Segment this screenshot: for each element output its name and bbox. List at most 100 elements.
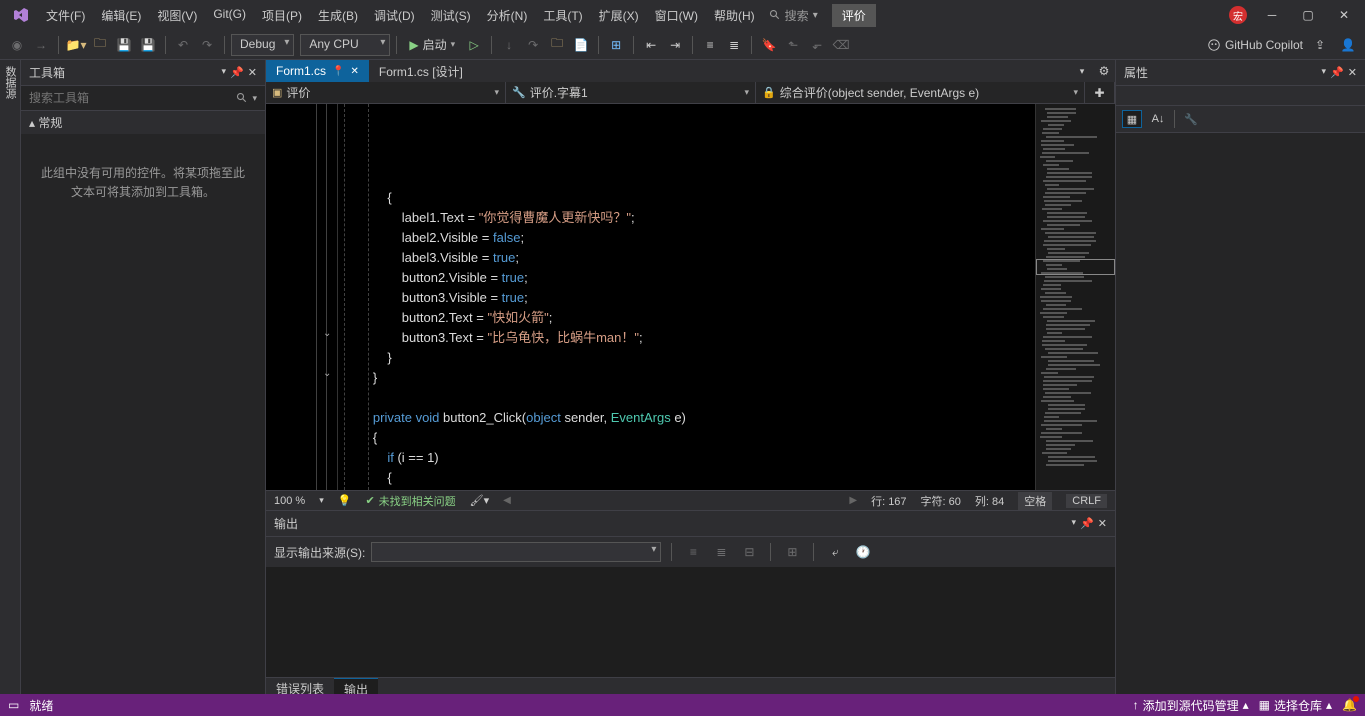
- user-badge[interactable]: 宏: [1229, 6, 1247, 24]
- start-debug-button[interactable]: ▶ 启动 ▾: [403, 34, 461, 55]
- datasource-tab[interactable]: 数据源: [0, 60, 21, 699]
- uncomment-icon[interactable]: ≣: [723, 34, 745, 56]
- add-to-source-control[interactable]: ↑ 添加到源代码管理 ▴: [1133, 697, 1249, 714]
- close-icon[interactable]: ✕: [248, 66, 257, 79]
- menu-文件F[interactable]: 文件(F): [38, 3, 93, 28]
- evaluate-button[interactable]: 评价: [832, 4, 876, 27]
- code-editor[interactable]: ⌄ ⌄ { label1.Text = "你觉得曹魔人更新快吗？"; label2…: [266, 104, 1115, 490]
- save-button[interactable]: 💾: [113, 34, 135, 56]
- properties-icon[interactable]: 🔧: [1181, 110, 1201, 128]
- nav-method[interactable]: 🔒 综合评价(object sender, EventArgs e) ▾: [756, 82, 1085, 103]
- code-body[interactable]: { label1.Text = "你觉得曹魔人更新快吗？"; label2.Vi…: [338, 104, 1035, 490]
- doc-tab[interactable]: Form1.cs [设计]: [369, 60, 473, 82]
- wrap-icon[interactable]: ⤶: [824, 541, 846, 563]
- minimap-viewport[interactable]: [1036, 259, 1115, 275]
- timestamp-icon[interactable]: 🕐: [852, 541, 874, 563]
- lightbulb-icon[interactable]: 💡: [338, 494, 352, 507]
- file-button[interactable]: 📄: [570, 34, 592, 56]
- menu-帮助H[interactable]: 帮助(H): [706, 3, 763, 28]
- github-copilot-button[interactable]: GitHub Copilot: [1207, 38, 1303, 52]
- close-icon[interactable]: ✕: [1348, 66, 1357, 79]
- menu-工具T[interactable]: 工具(T): [535, 3, 590, 28]
- comment-out-icon[interactable]: ≡: [699, 34, 721, 56]
- line-ending[interactable]: CRLF: [1066, 494, 1107, 508]
- indent3-icon[interactable]: ⊟: [738, 541, 760, 563]
- start-without-debug-button[interactable]: ▷: [463, 34, 485, 56]
- pin-icon[interactable]: 📌: [1330, 66, 1344, 79]
- close-tab-icon[interactable]: ✕: [350, 66, 358, 77]
- indent-left-icon[interactable]: ⇤: [640, 34, 662, 56]
- nav-project[interactable]: ▣ 评价 ▾: [266, 82, 506, 103]
- no-issues-status[interactable]: ✔未找到相关问题: [365, 493, 455, 509]
- bookmark-icon[interactable]: 🔖: [758, 34, 780, 56]
- search-icon[interactable]: [236, 92, 252, 104]
- menu-GitG[interactable]: Git(G): [205, 3, 254, 28]
- doc-tab[interactable]: Form1.cs📍✕: [266, 60, 369, 82]
- notifications-icon[interactable]: 🔔: [1342, 698, 1357, 712]
- menu-测试S[interactable]: 测试(S): [423, 3, 479, 28]
- open-button[interactable]: 🗀: [89, 34, 111, 56]
- pin-icon[interactable]: 📍: [332, 66, 344, 77]
- chevron-down-icon[interactable]: ▾: [222, 66, 227, 79]
- categorized-button[interactable]: ▦: [1122, 110, 1142, 128]
- step-into-icon[interactable]: ↓: [498, 34, 520, 56]
- settings-gear-icon[interactable]: ⚙: [1093, 60, 1115, 82]
- bookmark-prev-icon[interactable]: ⬑: [782, 34, 804, 56]
- close-icon[interactable]: ✕: [1098, 517, 1107, 530]
- share-button[interactable]: ⇪: [1309, 34, 1331, 56]
- line-indicator[interactable]: 行: 167: [871, 493, 906, 509]
- brush-icon[interactable]: 🖌▾: [470, 494, 490, 507]
- menu-窗口W[interactable]: 窗口(W): [647, 3, 706, 28]
- bookmark-next-icon[interactable]: ⬐: [806, 34, 828, 56]
- save-all-button[interactable]: 💾: [137, 34, 159, 56]
- pin-icon[interactable]: 📌: [1080, 517, 1094, 530]
- indent2-icon[interactable]: ≣: [710, 541, 732, 563]
- menu-项目P[interactable]: 项目(P): [254, 3, 310, 28]
- platform-combo[interactable]: Any CPU: [300, 34, 390, 56]
- search-box[interactable]: 搜索 ▾: [763, 5, 824, 26]
- chevron-down-icon[interactable]: ▾: [1072, 517, 1077, 530]
- menu-分析N[interactable]: 分析(N): [479, 3, 536, 28]
- minimize-button[interactable]: ─: [1255, 4, 1289, 26]
- comment-button[interactable]: ⊞: [605, 34, 627, 56]
- bookmark-clear-icon[interactable]: ⌫: [830, 34, 852, 56]
- menu-编辑E[interactable]: 编辑(E): [93, 3, 149, 28]
- fold-toggle[interactable]: ⌄: [323, 368, 331, 379]
- new-project-button[interactable]: 📁▾: [65, 34, 87, 56]
- account-button[interactable]: 👤: [1337, 34, 1359, 56]
- insert-mode[interactable]: 空格: [1018, 492, 1052, 510]
- nav-forward-button[interactable]: →: [30, 34, 52, 56]
- browse-button[interactable]: 🗀: [546, 34, 568, 56]
- toolbox-group-general[interactable]: ▴ 常规: [21, 111, 265, 134]
- char-indicator[interactable]: 字符: 60: [921, 493, 961, 509]
- menu-视图V[interactable]: 视图(V): [149, 3, 205, 28]
- fold-toggle[interactable]: ⌄: [323, 328, 331, 339]
- select-repo[interactable]: ▦ 选择仓库 ▴: [1259, 697, 1332, 714]
- output-source-combo[interactable]: [371, 542, 661, 562]
- menu-调试D[interactable]: 调试(D): [366, 3, 423, 28]
- chevron-down-icon[interactable]: ▾: [1322, 66, 1327, 79]
- menu-扩展X[interactable]: 扩展(X): [591, 3, 647, 28]
- output-text-area[interactable]: [266, 567, 1115, 677]
- col-indicator[interactable]: 列: 84: [975, 493, 1004, 509]
- minimap[interactable]: [1035, 104, 1115, 490]
- split-editor-icon[interactable]: ✚: [1085, 82, 1115, 103]
- tab-overflow-icon[interactable]: ▾: [1071, 60, 1093, 82]
- zoom-level[interactable]: 100 %: [274, 495, 305, 507]
- close-button[interactable]: ✕: [1327, 4, 1361, 26]
- nav-back-button[interactable]: ◉: [6, 34, 28, 56]
- clear-icon[interactable]: ⊞: [781, 541, 803, 563]
- menu-生成B[interactable]: 生成(B): [310, 3, 366, 28]
- maximize-button[interactable]: ▢: [1291, 4, 1325, 26]
- alphabetical-button[interactable]: A↓: [1148, 110, 1168, 128]
- output-window-icon[interactable]: ▭: [8, 698, 19, 712]
- redo-button[interactable]: ↷: [196, 34, 218, 56]
- pin-icon[interactable]: 📌: [230, 66, 244, 79]
- toolbox-search-input[interactable]: [25, 88, 236, 108]
- indent-right-icon[interactable]: ⇥: [664, 34, 686, 56]
- indent-icon[interactable]: ≡: [682, 541, 704, 563]
- step-over-icon[interactable]: ↷: [522, 34, 544, 56]
- nav-class[interactable]: 🔧 评价.字幕1 ▾: [506, 82, 756, 103]
- config-combo[interactable]: Debug: [231, 34, 294, 56]
- undo-button[interactable]: ↶: [172, 34, 194, 56]
